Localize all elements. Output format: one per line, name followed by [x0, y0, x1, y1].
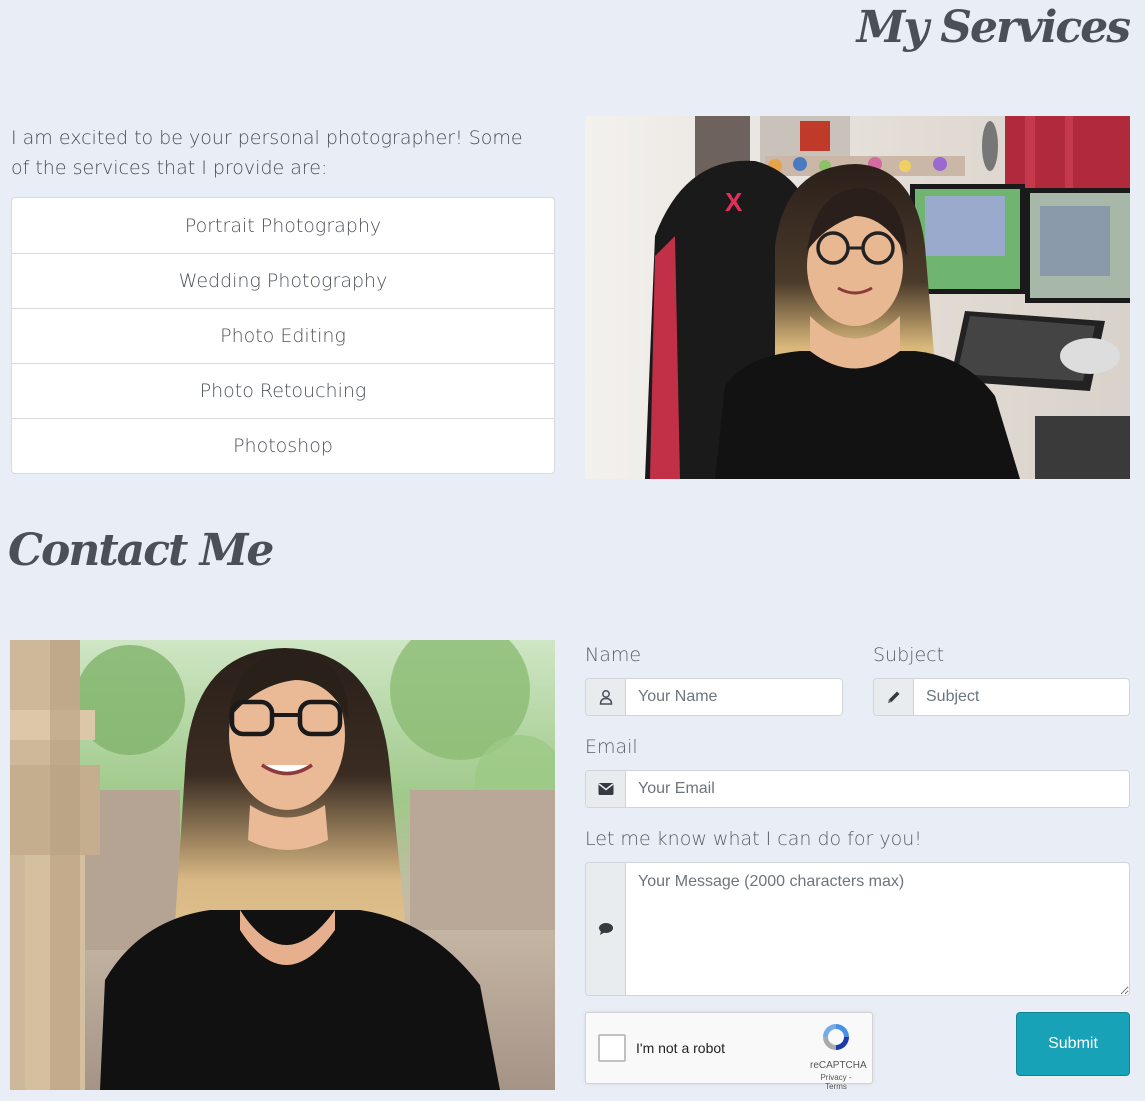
- services-title: My Services: [856, 2, 1131, 53]
- email-input-group: [585, 770, 1130, 808]
- name-input-group: [585, 678, 843, 716]
- user-icon: [586, 679, 626, 715]
- recaptcha-icon: [823, 1024, 849, 1050]
- comment-icon: [586, 863, 626, 995]
- photographer-at-desk-photo: X: [585, 116, 1130, 479]
- pencil-icon: [874, 679, 914, 715]
- message-label: Let me know what I can do for you!: [585, 828, 922, 850]
- recaptcha-privacy-terms-links[interactable]: Privacy - Terms: [810, 1073, 862, 1091]
- name-input[interactable]: [626, 679, 842, 715]
- services-list: Portrait Photography Wedding Photography…: [11, 197, 555, 474]
- recaptcha-label: I'm not a robot: [636, 1040, 726, 1056]
- message-input-group: [585, 862, 1130, 996]
- recaptcha-logo: reCAPTCHA Privacy - Terms: [810, 1021, 867, 1091]
- recaptcha-widget: I'm not a robot reCAPTCHA Privacy - Term…: [585, 1012, 873, 1091]
- service-item: Portrait Photography: [184, 214, 382, 237]
- svg-text:X: X: [725, 187, 743, 217]
- contact-title: Contact Me: [8, 525, 274, 576]
- service-item: Wedding Photography: [12, 253, 554, 308]
- subject-label: Subject: [873, 644, 945, 666]
- submit-button[interactable]: Submit: [1016, 1012, 1130, 1076]
- message-textarea[interactable]: [626, 863, 1129, 995]
- service-item: Photo Editing: [12, 308, 554, 363]
- email-input[interactable]: [626, 771, 1129, 807]
- subject-input[interactable]: [914, 679, 1129, 715]
- recaptcha-checkbox[interactable]: [598, 1034, 626, 1062]
- recaptcha-brand: reCAPTCHA: [810, 1060, 867, 1071]
- service-item: Photoshop: [12, 418, 554, 473]
- services-intro: I am excited to be your personal photogr…: [11, 127, 523, 179]
- email-label: Email: [585, 736, 638, 758]
- name-label: Name: [585, 644, 642, 666]
- service-item: Photo Retouching: [12, 363, 554, 418]
- photographer-portrait-photo: [10, 640, 555, 1090]
- subject-input-group: [873, 678, 1130, 716]
- envelope-icon: [586, 771, 626, 807]
